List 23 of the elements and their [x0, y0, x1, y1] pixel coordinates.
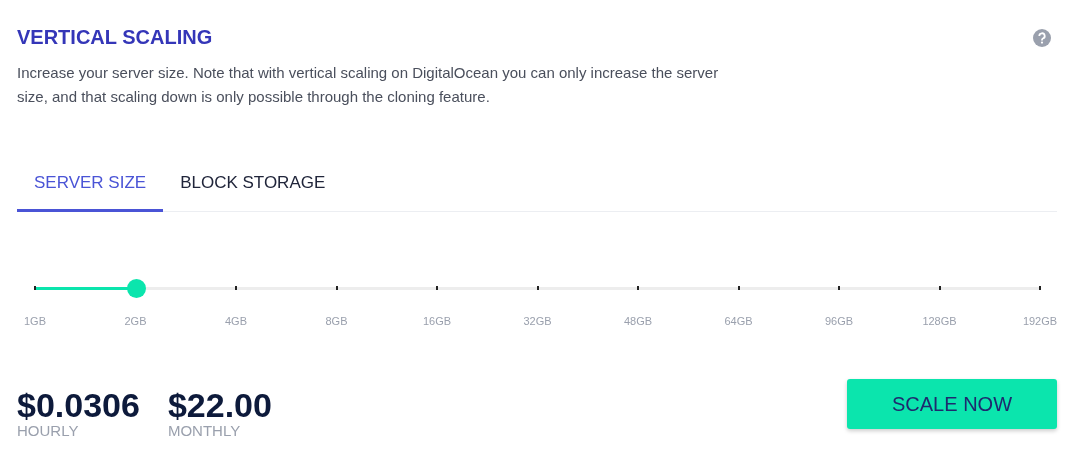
scale-now-button[interactable]: SCALE NOW: [847, 379, 1057, 429]
section-description: Increase your server size. Note that with vertical scaling on DigitalOcean you can only increase the server size, and that scaling down is only possible through the cloning feature.: [17, 63, 720, 107]
price-period: MONTHLY: [167, 423, 242, 439]
slider-thumb[interactable]: [126, 279, 146, 298]
price-period: HOURLY: [17, 423, 80, 439]
help-icon[interactable]: [1033, 28, 1051, 47]
size-label: 48GB: [623, 315, 653, 327]
size-label: 192GB: [1022, 315, 1058, 327]
tab[interactable]: SERVER SIZE: [17, 161, 164, 212]
slider[interactable]: [35, 279, 1040, 298]
size-label: 4GB: [225, 315, 247, 327]
size-label: 96GB: [824, 315, 854, 327]
size-label: 2GB: [124, 315, 147, 327]
price-amount: $0.0306: [17, 387, 140, 423]
section-title: VERTICAL SCALING: [17, 26, 213, 49]
tab[interactable]: BLOCK STORAGE: [163, 161, 343, 212]
size-label: 64GB: [724, 315, 753, 327]
size-label: 128GB: [922, 315, 957, 327]
size-label: 16GB: [422, 315, 452, 327]
price-amount: $22.00: [167, 387, 272, 423]
size-label: 1GB: [24, 315, 46, 327]
size-label: 32GB: [523, 315, 552, 327]
size-label: 8GB: [325, 315, 348, 327]
